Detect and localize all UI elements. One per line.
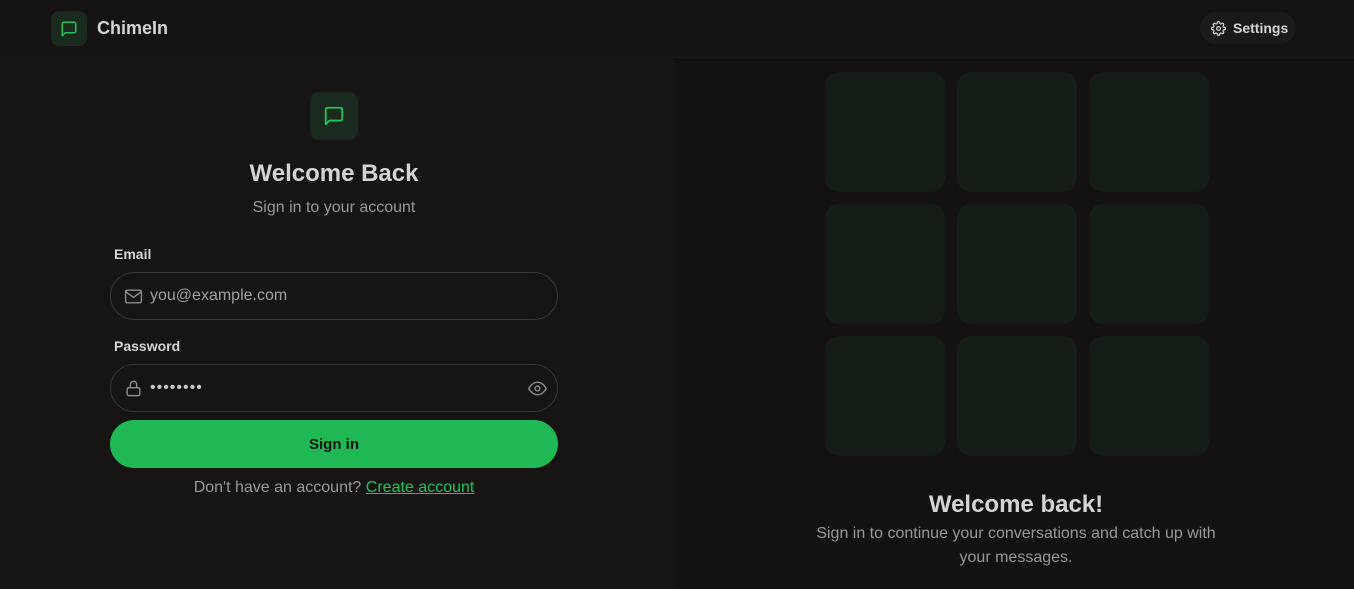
decor-tile [825,72,945,192]
signup-prompt-line: Don't have an account? Create account [0,479,668,497]
create-account-link[interactable]: Create account [366,479,475,496]
decor-tile [957,204,1077,324]
form-title: Welcome Back [249,160,419,187]
chat-bubble-icon [60,20,78,38]
chat-bubble-icon [323,105,345,127]
top-bar: ChimeIn Settings [0,0,1354,58]
form-subtitle: Sign in to your account [252,199,416,216]
decor-tile [957,72,1077,192]
promo-text: Sign in to continue your conversations a… [816,525,1216,566]
decor-tile [825,204,945,324]
promo-title: Welcome back! [928,491,1104,518]
settings-label: Settings [1233,20,1289,36]
decor-tile [1089,204,1209,324]
email-input[interactable] [150,273,520,319]
brand-name[interactable]: ChimeIn [97,18,168,39]
password-label: Password [114,338,181,354]
decor-tile [1089,72,1209,192]
decor-tile [1089,336,1209,456]
password-field-wrapper [110,364,558,412]
email-label: Email [114,246,152,262]
lock-icon [123,378,143,398]
signup-prompt: Don't have an account? [193,479,362,496]
decor-tile [825,336,945,456]
mail-icon [123,286,143,306]
brand-logo[interactable] [51,11,87,46]
password-input[interactable] [150,365,520,411]
decor-tile [957,336,1077,456]
sign-in-button[interactable]: Sign in [110,420,558,468]
email-field-wrapper [110,272,558,320]
gear-icon [1211,20,1226,36]
settings-button[interactable]: Settings [1200,12,1296,44]
eye-icon[interactable] [527,378,547,398]
form-logo [310,92,358,140]
